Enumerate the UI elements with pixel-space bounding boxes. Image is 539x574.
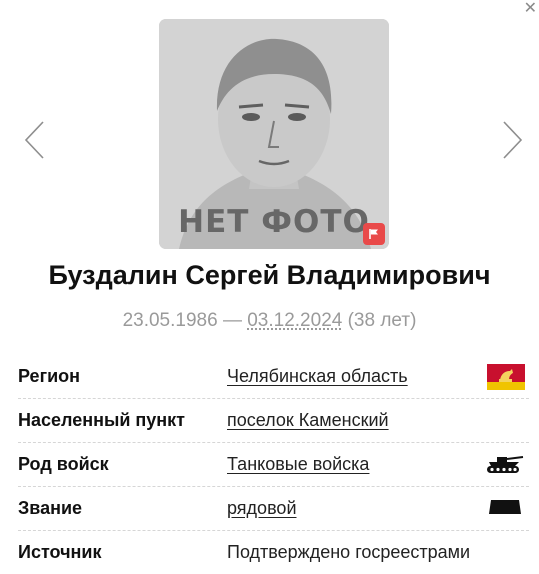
rank-link[interactable]: рядовой — [227, 498, 297, 519]
life-dates: 23.05.1986 — 03.12.2024 (38 лет) — [0, 310, 539, 332]
portrait-placeholder: НЕТ ФОТО — [159, 19, 389, 249]
chevron-right-icon[interactable] — [500, 120, 524, 160]
flag-icon[interactable] — [363, 223, 385, 245]
region-flag-icon — [487, 364, 525, 395]
detail-row-region: Регион Челябинская область — [18, 355, 529, 399]
rank-insignia-icon — [487, 496, 525, 525]
detail-row-settlement: Населенный пункт поселок Каменский — [18, 399, 529, 443]
detail-label: Род войск — [18, 454, 109, 475]
settlement-link[interactable]: поселок Каменский — [227, 410, 389, 431]
details-table: Регион Челябинская область Населенный пу… — [18, 355, 529, 574]
death-date[interactable]: 03.12.2024 — [247, 310, 342, 331]
detail-label: Населенный пункт — [18, 410, 185, 431]
detail-label: Регион — [18, 366, 80, 387]
tank-icon — [485, 452, 525, 481]
close-icon[interactable]: ✕ — [524, 0, 537, 16]
region-link[interactable]: Челябинская область — [227, 366, 408, 387]
age: (38 лет) — [348, 310, 417, 331]
detail-label: Источник — [18, 542, 101, 563]
detail-row-rank: Звание рядовой — [18, 487, 529, 531]
birth-date: 23.05.1986 — [123, 310, 218, 331]
detail-row-source: Источник Подтверждено госреестрами — [18, 531, 529, 574]
person-name: Буздалин Сергей Владимирович — [0, 260, 539, 291]
no-photo-label: НЕТ ФОТО — [159, 204, 389, 240]
date-separator: — — [223, 310, 242, 331]
chevron-left-icon[interactable] — [23, 120, 47, 160]
detail-row-branch: Род войск Танковые войска — [18, 443, 529, 487]
source-value: Подтверждено госреестрами — [227, 542, 470, 563]
branch-link[interactable]: Танковые войска — [227, 454, 369, 475]
detail-label: Звание — [18, 498, 82, 519]
